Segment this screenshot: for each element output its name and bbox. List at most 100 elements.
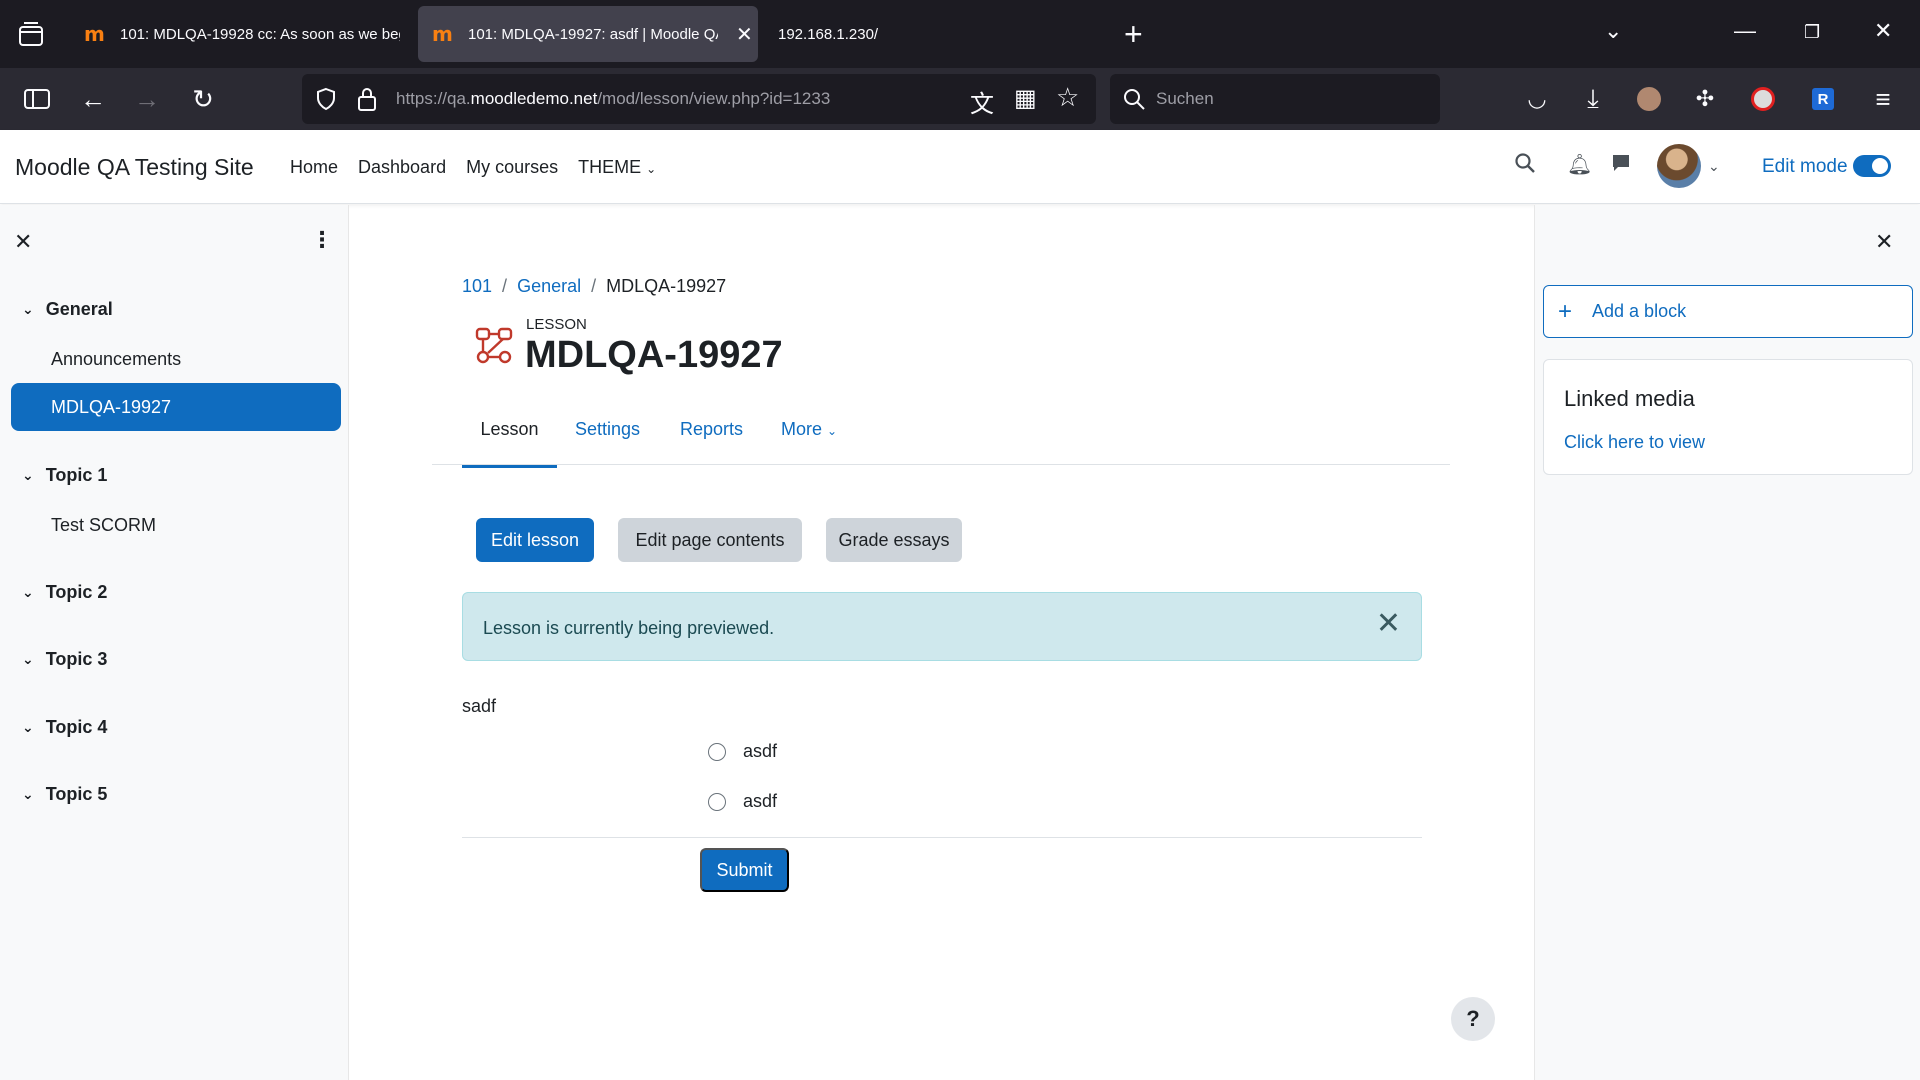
- nav-dashboard[interactable]: Dashboard: [358, 157, 446, 178]
- section-title: Topic 5: [45, 784, 108, 804]
- nav-home[interactable]: Home: [290, 157, 338, 178]
- tab-title: 101: MDLQA-19928 cc: As soon as we beg: [120, 25, 400, 43]
- section-title: Topic 2: [45, 582, 108, 602]
- radio-button[interactable]: [708, 792, 726, 811]
- section-topic-1[interactable]: ⌄ Topic 1: [22, 465, 107, 486]
- shield-icon[interactable]: [314, 87, 338, 111]
- user-avatar[interactable]: [1657, 144, 1701, 188]
- messages-icon[interactable]: [1610, 152, 1632, 180]
- page-title: MDLQA-19927: [525, 334, 783, 376]
- site-name[interactable]: Moodle QA Testing Site: [15, 154, 254, 181]
- section-topic-3[interactable]: ⌄ Topic 3: [22, 649, 107, 670]
- question-text: sadf: [462, 696, 497, 716]
- radio-button[interactable]: [708, 742, 726, 761]
- tab-lesson[interactable]: Lesson: [462, 419, 557, 468]
- tab-title: 192.168.1.230/: [778, 25, 879, 43]
- breadcrumb-section[interactable]: General: [517, 276, 581, 297]
- edit-lesson-button[interactable]: Edit lesson: [476, 518, 594, 562]
- url-text: https://qa.moodledemo.net/mod/lesson/vie…: [396, 89, 831, 108]
- alert-close-icon[interactable]: ✕: [1376, 609, 1401, 639]
- block-link[interactable]: Click here to view: [1564, 432, 1705, 453]
- account-avatar-icon[interactable]: [1632, 82, 1666, 116]
- breadcrumb-course[interactable]: 101: [462, 276, 492, 297]
- help-button[interactable]: ?: [1451, 997, 1495, 1041]
- activity-mdlqa-19927-active[interactable]: MDLQA-19927: [11, 383, 341, 431]
- minimize-icon[interactable]: —: [1734, 18, 1756, 44]
- edit-mode-toggle[interactable]: [1853, 155, 1891, 177]
- bookmark-star-icon[interactable]: ☆: [1056, 82, 1079, 113]
- answer-label: asdf: [743, 741, 778, 761]
- section-title: Topic 1: [45, 465, 108, 485]
- notifications-bell-icon[interactable]: 🔔︎: [1567, 152, 1592, 177]
- alert-message: Lesson is currently being previewed.: [483, 618, 775, 638]
- section-title: General: [45, 299, 113, 319]
- block-title: Linked media: [1564, 386, 1695, 411]
- nav-theme[interactable]: THEME ⌄: [578, 157, 656, 178]
- chevron-down-icon: ⌄: [22, 651, 34, 667]
- extension-globe-icon[interactable]: [1746, 82, 1780, 116]
- browser-tab[interactable]: m 101: MDLQA-19928 cc: As soon as we beg: [70, 6, 408, 62]
- sidebar-toggle-icon[interactable]: [20, 82, 54, 116]
- drawer-options-kebab-icon[interactable]: ⋮: [311, 227, 333, 253]
- primary-navigation: Home Dashboard My courses THEME ⌄: [290, 157, 656, 178]
- plus-icon: +: [1558, 297, 1573, 325]
- breadcrumb: 101 / General / MDLQA-19927: [462, 276, 726, 297]
- activity-test-scorm[interactable]: Test SCORM: [51, 515, 156, 536]
- lock-icon[interactable]: [356, 86, 378, 112]
- qr-code-icon[interactable]: ▦: [1014, 84, 1037, 113]
- pocket-icon[interactable]: ◡: [1520, 82, 1554, 116]
- grade-essays-button[interactable]: Grade essays: [826, 518, 962, 562]
- tab-settings[interactable]: Settings: [575, 419, 640, 465]
- answer-option[interactable]: asdf: [708, 791, 777, 812]
- user-menu-chevron-down-icon[interactable]: ⌄: [1708, 158, 1720, 175]
- form-divider: [462, 837, 1422, 838]
- breadcrumb-current: MDLQA-19927: [606, 276, 727, 296]
- tab-overflow-chevron-icon[interactable]: ⌄: [1604, 18, 1622, 44]
- edit-page-contents-button[interactable]: Edit page contents: [618, 518, 802, 562]
- close-tab-icon[interactable]: ✕: [736, 22, 753, 47]
- breadcrumb-separator: /: [591, 276, 597, 296]
- moodle-header: Moodle QA Testing Site Home Dashboard My…: [0, 130, 1920, 204]
- tab-list-icon[interactable]: [16, 20, 46, 50]
- restore-icon[interactable]: ❐: [1804, 22, 1820, 43]
- section-topic-4[interactable]: ⌄ Topic 4: [22, 717, 107, 738]
- new-tab-icon[interactable]: +: [1124, 18, 1143, 50]
- hamburger-menu-icon[interactable]: ≡: [1866, 82, 1900, 116]
- search-icon[interactable]: [1514, 152, 1536, 180]
- close-block-drawer-icon[interactable]: ✕: [1875, 229, 1893, 255]
- activity-announcements[interactable]: Announcements: [51, 349, 181, 370]
- translate-icon[interactable]: 文: [970, 84, 994, 119]
- submit-button[interactable]: Submit: [700, 848, 789, 892]
- download-icon[interactable]: ⤓: [1576, 82, 1610, 116]
- forward-arrow-icon[interactable]: →: [130, 82, 164, 116]
- add-block-button[interactable]: + Add a block: [1543, 285, 1913, 338]
- browser-tab[interactable]: 192.168.1.230/: [764, 6, 1064, 62]
- browser-search-bar[interactable]: Suchen: [1110, 74, 1440, 124]
- linked-media-block: Linked media Click here to view: [1543, 359, 1913, 475]
- section-topic-5[interactable]: ⌄ Topic 5: [22, 784, 107, 805]
- extensions-icon[interactable]: ✣: [1688, 82, 1722, 116]
- back-arrow-icon[interactable]: ←: [76, 82, 110, 116]
- tab-title: 101: MDLQA-19927: asdf | Moodle QA: [468, 25, 718, 43]
- close-drawer-icon[interactable]: ✕: [14, 229, 32, 255]
- tab-more[interactable]: More ⌄: [781, 419, 837, 465]
- section-general[interactable]: ⌄ General: [22, 299, 113, 320]
- chevron-down-icon: ⌄: [22, 467, 34, 483]
- reload-icon[interactable]: ↻: [186, 82, 220, 116]
- preview-alert: Lesson is currently being previewed. ✕: [462, 592, 1422, 661]
- breadcrumb-separator: /: [502, 276, 508, 296]
- section-title: Topic 3: [45, 649, 108, 669]
- answer-option[interactable]: asdf: [708, 741, 777, 762]
- section-topic-2[interactable]: ⌄ Topic 2: [22, 582, 107, 603]
- moodle-favicon-icon: m: [432, 22, 453, 46]
- url-bar[interactable]: https://qa.moodledemo.net/mod/lesson/vie…: [302, 74, 1096, 124]
- tab-reports[interactable]: Reports: [680, 419, 743, 465]
- search-placeholder: Suchen: [1156, 89, 1214, 108]
- extension-r-icon[interactable]: R: [1806, 82, 1840, 116]
- section-title: Topic 4: [45, 717, 108, 737]
- browser-tab-bar: m 101: MDLQA-19928 cc: As soon as we beg…: [0, 0, 1920, 68]
- chevron-down-icon: ⌄: [827, 424, 838, 438]
- window-close-icon[interactable]: ✕: [1874, 18, 1892, 44]
- browser-tab-active[interactable]: m 101: MDLQA-19927: asdf | Moodle QA ✕: [418, 6, 758, 62]
- nav-my-courses[interactable]: My courses: [466, 157, 558, 178]
